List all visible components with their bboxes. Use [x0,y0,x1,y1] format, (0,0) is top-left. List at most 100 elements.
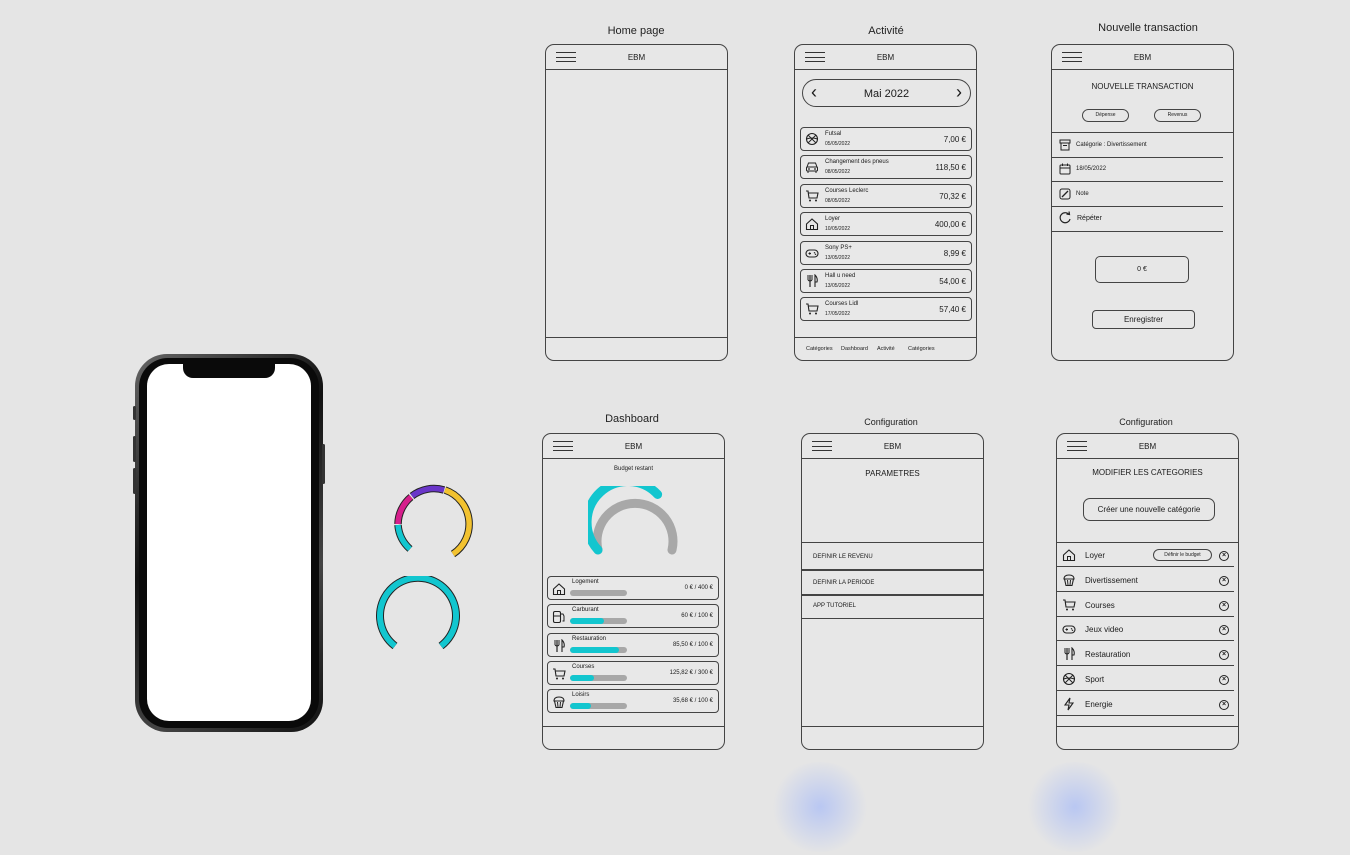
budget-row[interactable]: Loisirs 35,68 € / 100 € [547,689,719,714]
delete-icon[interactable]: × [1219,551,1229,561]
delete-icon[interactable]: × [1219,650,1229,661]
delete-icon[interactable]: × [1219,600,1229,611]
budget-progress-bar [570,618,627,625]
transaction-row[interactable]: Futsal 05/05/2022 7,00 € [800,127,972,151]
budget-progress-bar [570,646,627,653]
transaction-date: 13/05/2022 [825,283,851,289]
category-name: Sport [1085,675,1105,684]
nav-activite[interactable]: Activité [877,346,895,352]
budget-progress-bar [570,590,627,596]
create-category-button[interactable]: Créer une nouvelle catégorie [1083,498,1215,521]
settings-item-tutoriel[interactable]: APP TUTORIEL [813,603,856,609]
category-row[interactable]: Divertissement × [1057,568,1238,592]
app-name: EBM [1133,53,1152,62]
category-row[interactable]: Jeux video × [1057,617,1238,642]
transaction-date: 08/05/2022 [825,197,851,204]
phone-screen [147,364,311,721]
category-row[interactable]: Courses × [1057,593,1238,617]
nav-categories[interactable]: Catégories [806,346,833,352]
bottom-nav [543,726,724,749]
transaction-row[interactable]: Loyer 10/05/2022 400,00 € [800,212,972,237]
income-toggle[interactable]: Revenus [1154,109,1201,122]
delete-icon[interactable]: × [1219,625,1229,636]
transaction-row[interactable]: Changement des pneus 08/05/2022 118,50 € [800,155,972,180]
amount-input[interactable]: 0 € [1095,256,1189,283]
transaction-date: 10/05/2022 [825,226,851,233]
title-dashboard: Dashboard [605,413,659,425]
transaction-date: 08/05/2022 [825,169,851,176]
month-label: Mai 2022 [863,88,910,100]
save-button[interactable]: Enregistrer [1092,310,1195,329]
expense-toggle[interactable]: Dépense [1082,109,1129,122]
home-screen: EBM [545,44,728,361]
nav-categories-2[interactable]: Catégories [908,346,935,352]
budget-value: 0 € / 400 € [684,585,713,591]
note-label: Note [1076,191,1089,197]
app-header: EBM [543,434,724,459]
cupcake-icon [552,695,566,714]
budget-progress-fill [570,646,619,653]
category-row[interactable]: Energie × [1057,692,1238,716]
car-icon [805,160,819,179]
nav-dashboard[interactable]: Dashboard [841,346,868,352]
cart-icon [1062,598,1076,617]
transaction-row[interactable]: Hall u need 13/05/2022 54,00 € [800,269,972,293]
delete-icon[interactable]: × [1219,699,1229,710]
transaction-date: 13/05/2022 [825,254,851,261]
transaction-row[interactable]: Courses Lidl 17/05/2022 57,40 € [800,297,972,322]
cart-icon [805,302,819,321]
budget-category-name: Loisirs [572,692,590,699]
basketball-icon [805,132,819,151]
settings-item-periode[interactable]: DEFINIR LA PERIODE [813,580,874,586]
categories-heading: MODIFIER LES CATEGORIES [1092,468,1203,477]
budget-row[interactable]: Courses 125,82 € / 300 € [547,660,719,686]
settings-item-revenu[interactable]: DEFINIR LE REVENU [813,554,873,560]
transaction-name: Hall u need [825,273,856,279]
app-header: EBM [546,45,727,70]
budget-progress-fill [570,703,591,710]
app-header: EBM [802,434,983,459]
budget-value: 60 € / 100 € [681,613,713,620]
transaction-row[interactable]: Courses Leclerc 08/05/2022 70,32 € [800,183,972,208]
define-budget-button[interactable]: Définir le budget [1153,549,1212,561]
cart-icon [552,667,566,686]
transaction-name: Courses Leclerc [825,187,869,194]
calendar-icon [1059,163,1071,175]
decorative-blur [770,762,870,852]
transaction-row[interactable]: Sony PS+ 13/05/2022 8,99 € [800,240,972,265]
bolt-icon [1062,697,1076,716]
transaction-amount: 400,00 € [934,220,966,230]
budget-row[interactable]: Restauration 85,50 € / 100 € [547,632,719,657]
bottom-nav [546,337,727,360]
bottom-nav [802,726,983,749]
budget-value: 35,68 € / 100 € [672,698,713,705]
budget-row[interactable]: Carburant 60 € / 100 € [547,604,719,629]
chevron-right-icon[interactable]: › [956,82,962,103]
category-row[interactable]: Loyer Définir le budget × [1057,543,1238,567]
app-name: EBM [883,442,902,451]
cutlery-icon [1062,646,1076,666]
date-value: 18/05/2022 [1076,166,1107,172]
budget-row[interactable]: Logement 0 € / 400 € [547,576,719,600]
month-selector: ‹ Mai 2022 › [802,79,971,107]
divider [1052,181,1223,182]
gamepad-icon [1062,622,1076,641]
repeat-icon [1059,211,1071,224]
delete-icon[interactable]: × [1219,575,1229,586]
category-row[interactable]: Restauration × [1057,642,1238,667]
transaction-name: Changement des pneus [825,159,889,166]
delete-icon[interactable]: × [1219,675,1229,685]
pencil-note-icon [1059,188,1071,200]
category-row[interactable]: Sport × [1057,667,1238,691]
gamepad-icon [805,246,819,265]
category-name: Energie [1085,699,1113,709]
budget-value: 85,50 € / 100 € [672,641,713,648]
divider [1057,714,1234,716]
title-config-2: Configuration [1119,417,1173,427]
app-name: EBM [1138,442,1157,451]
title-transaction: Nouvelle transaction [1098,22,1198,34]
transaction-amount: 70,32 € [939,191,966,201]
title-config-1: Configuration [864,417,918,427]
fuel-icon [552,610,566,629]
app-name: EBM [876,53,895,62]
